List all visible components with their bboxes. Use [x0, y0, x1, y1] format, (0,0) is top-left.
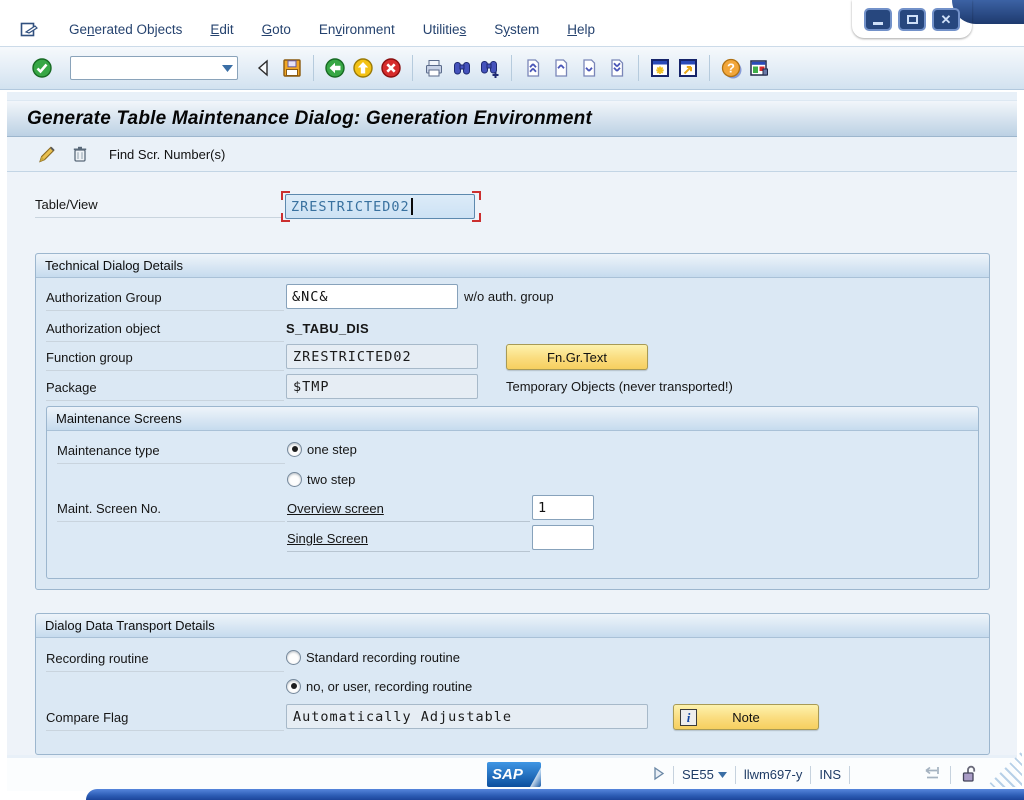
- authorization-group-label: Authorization Group: [46, 287, 284, 311]
- transaction-code: SE55: [682, 767, 714, 782]
- table-view-label: Table/View: [35, 194, 283, 218]
- dialog-data-transport-group: Dialog Data Transport Details Recording …: [35, 613, 990, 755]
- command-input[interactable]: [71, 58, 217, 78]
- insert-mode: INS: [819, 767, 841, 782]
- maximize-button[interactable]: [898, 7, 926, 31]
- menu-edit[interactable]: Edit: [196, 17, 247, 42]
- single-screen-label: Single Screen: [287, 528, 530, 552]
- chevron-down-icon: [717, 771, 727, 778]
- menu-generated-objects[interactable]: Generated Objects: [55, 17, 196, 42]
- radio-icon-selected: [287, 441, 302, 457]
- title-strip: Generate Table Maintenance Dialog: Gener…: [7, 100, 1017, 137]
- page-title: Generate Table Maintenance Dialog: Gener…: [27, 107, 592, 129]
- data-transfer-icon: [922, 764, 942, 785]
- menu-goto[interactable]: Goto: [248, 17, 305, 42]
- authorization-object-label: Authorization object: [46, 318, 284, 342]
- sap-logo: SAP: [487, 762, 541, 787]
- help-icon[interactable]: ?: [719, 56, 743, 80]
- edit-pencil-icon[interactable]: [35, 142, 59, 166]
- fn-gr-text-button[interactable]: Fn.Gr.Text: [506, 344, 648, 370]
- single-screen-input[interactable]: [532, 525, 594, 550]
- compare-flag-field: Automatically Adjustable: [286, 704, 648, 729]
- close-button[interactable]: ✕: [932, 7, 960, 31]
- create-shortcut-icon[interactable]: [676, 56, 700, 80]
- status-right-cluster: SE55 llwm697-y INS: [652, 758, 979, 791]
- maintenance-type-label: Maintenance type: [57, 440, 285, 464]
- radio-one-step[interactable]: one step: [287, 439, 357, 459]
- overview-screen-input[interactable]: [532, 495, 594, 520]
- system-host: llwm697-y: [743, 767, 803, 782]
- package-field: $TMP: [286, 374, 478, 399]
- note-button[interactable]: i Note: [673, 704, 819, 730]
- first-page-icon[interactable]: [521, 56, 545, 80]
- last-page-icon[interactable]: [605, 56, 629, 80]
- function-group-field: ZRESTRICTED02: [286, 344, 478, 369]
- maximize-icon: [906, 14, 918, 24]
- radio-standard-recording[interactable]: Standard recording routine: [286, 647, 460, 667]
- minimize-button[interactable]: [864, 7, 892, 31]
- recording-routine-label: Recording routine: [46, 648, 284, 672]
- technical-group-title: Technical Dialog Details: [36, 254, 989, 278]
- info-icon: i: [680, 709, 697, 726]
- status-bar: SAP SE55 llwm697-y INS: [7, 758, 1017, 791]
- dynpro-main: Table/View ZRESTRICTED02 Technical Dialo…: [7, 172, 1017, 755]
- expand-status-icon[interactable]: [652, 766, 665, 784]
- lock-icon: [959, 763, 979, 787]
- radio-icon: [286, 649, 301, 665]
- technical-dialog-details-group: Technical Dialog Details Authorization G…: [35, 253, 990, 590]
- maintenance-screens-title: Maintenance Screens: [47, 407, 978, 431]
- hide-command-field-icon[interactable]: [252, 56, 276, 80]
- maintenance-screens-group: Maintenance Screens Maintenance type one…: [46, 406, 979, 579]
- radio-icon-selected: [286, 678, 301, 694]
- next-page-icon[interactable]: [577, 56, 601, 80]
- system-menu-icon[interactable]: [20, 21, 39, 38]
- menu-environment[interactable]: Environment: [305, 17, 409, 42]
- window-bottom-frame: [86, 789, 1024, 800]
- overview-screen-label: Overview screen: [287, 498, 530, 522]
- maint-screen-no-label: Maint. Screen No.: [57, 498, 285, 522]
- back-icon[interactable]: [323, 56, 347, 80]
- new-session-icon[interactable]: [648, 56, 672, 80]
- text-cursor: [410, 198, 413, 215]
- window-controls: ✕: [852, 0, 972, 38]
- radio-no-user-recording[interactable]: no, or user, recording routine: [286, 676, 472, 696]
- radio-two-step[interactable]: two step: [287, 469, 355, 489]
- find-next-icon[interactable]: [478, 56, 502, 80]
- menu-utilities[interactable]: Utilities: [409, 17, 481, 42]
- table-view-field-wrap: ZRESTRICTED02: [281, 191, 481, 222]
- command-field: [70, 56, 238, 80]
- application-toolbar: Find Scr. Number(s): [7, 137, 1017, 172]
- authorization-object-value: S_TABU_DIS: [286, 321, 369, 336]
- save-icon[interactable]: [280, 56, 304, 80]
- auth-group-suffix: w/o auth. group: [464, 289, 554, 304]
- menu-system[interactable]: System: [480, 17, 553, 42]
- function-group-label: Function group: [46, 347, 284, 371]
- print-icon[interactable]: [422, 56, 446, 80]
- menu-help[interactable]: Help: [553, 17, 609, 42]
- standard-toolbar: ?: [0, 47, 1024, 90]
- exit-icon[interactable]: [351, 56, 375, 80]
- svg-text:?: ?: [727, 60, 735, 75]
- delete-trash-icon[interactable]: [68, 142, 92, 166]
- find-screen-number-button[interactable]: Find Scr. Number(s): [101, 144, 233, 165]
- customize-layout-icon[interactable]: [747, 56, 771, 80]
- transport-group-title: Dialog Data Transport Details: [36, 614, 989, 638]
- command-dropdown-icon[interactable]: [217, 57, 237, 79]
- authorization-group-input[interactable]: [286, 284, 458, 309]
- previous-page-icon[interactable]: [549, 56, 573, 80]
- radio-icon: [287, 471, 302, 487]
- enter-icon[interactable]: [30, 56, 54, 80]
- minimize-icon: [873, 22, 883, 25]
- transaction-selector[interactable]: SE55: [682, 767, 727, 782]
- compare-flag-label: Compare Flag: [46, 707, 284, 731]
- package-label: Package: [46, 377, 284, 401]
- close-icon: ✕: [940, 11, 952, 27]
- table-view-input[interactable]: ZRESTRICTED02: [285, 194, 475, 219]
- menu-bar: Generated Objects Edit Goto Environment …: [0, 12, 840, 46]
- screen-area: Generate Table Maintenance Dialog: Gener…: [7, 92, 1017, 758]
- cancel-icon[interactable]: [379, 56, 403, 80]
- find-icon[interactable]: [450, 56, 474, 80]
- package-suffix: Temporary Objects (never transported!): [506, 379, 733, 394]
